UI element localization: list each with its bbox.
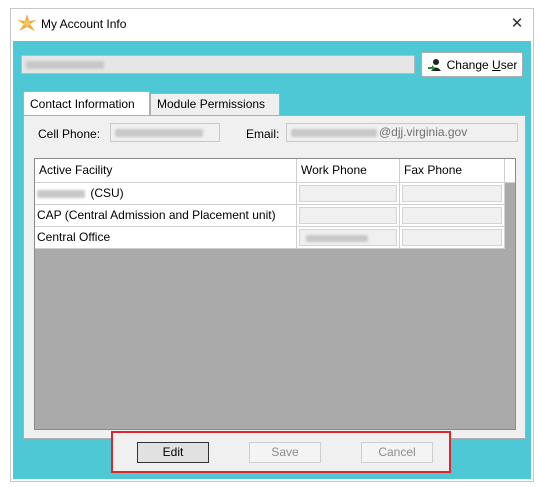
work-phone-input[interactable] bbox=[299, 229, 397, 246]
redacted-work-phone bbox=[306, 235, 368, 242]
fax-phone-cell[interactable] bbox=[400, 227, 505, 249]
tab-module-permissions[interactable]: Module Permissions bbox=[150, 93, 280, 115]
work-phone-cell[interactable] bbox=[297, 227, 400, 249]
email-field[interactable]: @djj.virginia.gov bbox=[286, 123, 518, 142]
redacted-email-user bbox=[291, 129, 377, 137]
redacted-user-name bbox=[26, 61, 104, 69]
tab-contact-information[interactable]: Contact Information bbox=[23, 91, 150, 115]
my-account-info-window: My Account Info ✕ Change User Contact In… bbox=[10, 8, 534, 482]
cancel-button[interactable]: Cancel bbox=[361, 442, 433, 463]
current-user-field bbox=[21, 55, 415, 74]
email-label: Email: bbox=[246, 127, 280, 141]
table-row[interactable]: CAP (Central Admission and Placement uni… bbox=[35, 205, 505, 227]
work-phone-cell[interactable] bbox=[297, 183, 400, 205]
edit-button[interactable]: Edit bbox=[137, 442, 209, 463]
work-phone-input[interactable] bbox=[299, 207, 397, 224]
window-title: My Account Info bbox=[41, 17, 127, 31]
redacted-cell-phone bbox=[115, 129, 203, 137]
cell-phone-field[interactable] bbox=[110, 123, 220, 142]
change-user-button[interactable]: Change User bbox=[421, 52, 523, 77]
column-header-active-facility[interactable]: Active Facility bbox=[35, 159, 297, 183]
work-phone-input[interactable] bbox=[299, 185, 397, 202]
grid-empty-area bbox=[35, 249, 515, 429]
change-user-label: Change User bbox=[446, 57, 518, 72]
work-phone-cell[interactable] bbox=[297, 205, 400, 227]
column-header-work-phone[interactable]: Work Phone bbox=[297, 159, 400, 183]
column-header-filler bbox=[505, 159, 515, 183]
fax-phone-cell[interactable] bbox=[400, 205, 505, 227]
change-user-icon bbox=[427, 58, 441, 71]
table-row[interactable]: (CSU) bbox=[35, 183, 505, 205]
mnemonic-underline: U bbox=[492, 57, 501, 72]
fax-phone-input[interactable] bbox=[402, 207, 502, 224]
facility-cell[interactable]: (CSU) bbox=[35, 183, 297, 205]
contact-information-panel: Cell Phone: Email: @djj.virginia.gov Act… bbox=[23, 115, 526, 439]
facility-cell[interactable]: CAP (Central Admission and Placement uni… bbox=[35, 205, 297, 227]
star-burst-icon bbox=[17, 14, 37, 31]
facility-cell[interactable]: Central Office bbox=[35, 227, 297, 249]
facility-name: (CSU) bbox=[90, 186, 124, 200]
window-client-area: Change User Contact Information Module P… bbox=[13, 41, 531, 479]
facility-grid: Active Facility Work Phone Fax Phone (CS… bbox=[34, 158, 516, 430]
fax-phone-cell[interactable] bbox=[400, 183, 505, 205]
fax-phone-input[interactable] bbox=[402, 229, 502, 246]
fax-phone-input[interactable] bbox=[402, 185, 502, 202]
column-header-fax-phone[interactable]: Fax Phone bbox=[400, 159, 505, 183]
title-bar: My Account Info ✕ bbox=[11, 9, 533, 39]
table-row[interactable]: Central Office bbox=[35, 227, 505, 249]
email-domain: @djj.virginia.gov bbox=[379, 125, 468, 139]
redacted-facility-name bbox=[37, 189, 85, 198]
cell-phone-label: Cell Phone: bbox=[38, 127, 101, 141]
close-button[interactable]: ✕ bbox=[503, 10, 531, 38]
save-button[interactable]: Save bbox=[249, 442, 321, 463]
action-buttons-highlight: Edit Save Cancel bbox=[111, 431, 451, 473]
